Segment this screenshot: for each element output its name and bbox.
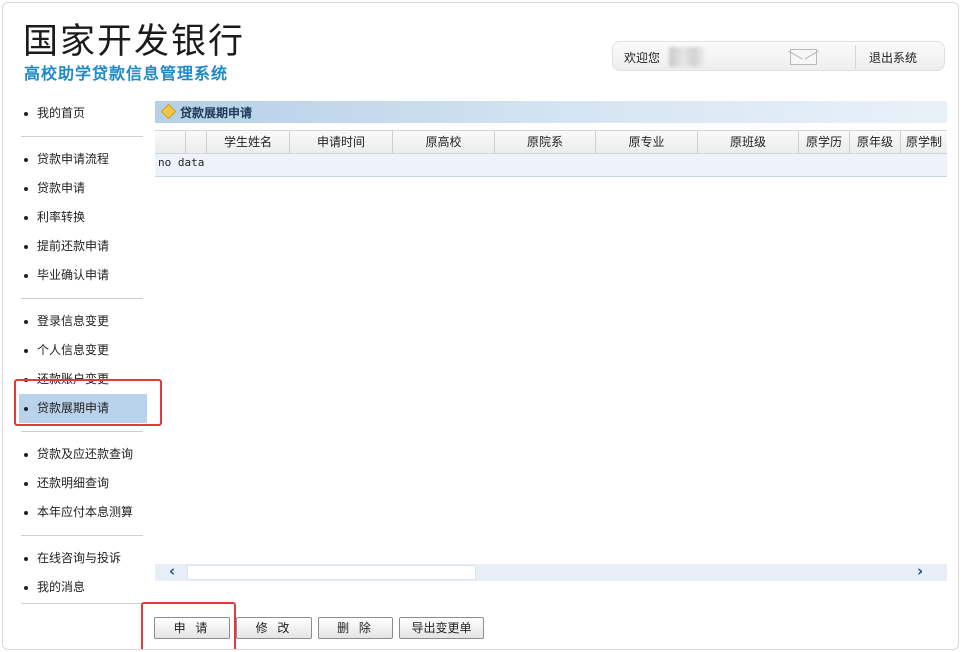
diamond-icon [160, 103, 177, 120]
grid-col-student-name[interactable]: 学生姓名 [207, 131, 290, 153]
delete-button[interactable]: 删 除 [318, 617, 393, 639]
grid-body: no data [155, 154, 947, 176]
userbar-divider [855, 45, 856, 69]
data-grid: 学生姓名 申请时间 原高校 原院系 原专业 原班级 原学历 原年级 原学制 no… [155, 130, 947, 177]
blurred-username [669, 47, 705, 67]
grid-col-check[interactable] [155, 131, 186, 153]
grid-col-orig-duration[interactable]: 原学制 [901, 131, 947, 153]
user-bar: 欢迎您 退出系统 [612, 41, 945, 71]
sidebar-item-home[interactable]: 我的首页 [19, 99, 147, 128]
modify-button[interactable]: 修 改 [236, 617, 312, 639]
grid-header: 学生姓名 申请时间 原高校 原院系 原专业 原班级 原学历 原年级 原学制 [155, 130, 947, 154]
system-subtitle: 高校助学贷款信息管理系统 [24, 64, 229, 83]
grid-empty-text: no data [158, 156, 205, 169]
bank-logo-title: 国家开发银行 [23, 22, 246, 62]
sidebar-item-messages[interactable]: 我的消息 [19, 573, 147, 602]
sidebar-item-loan-process[interactable]: 贷款申请流程 [19, 145, 147, 174]
sidebar-nav: 我的首页 贷款申请流程 贷款申请 利率转换 提前还款申请 毕业确认申请 登录信息… [19, 99, 147, 602]
nav-separator [21, 136, 143, 137]
sidebar-item-rate-convert[interactable]: 利率转换 [19, 203, 147, 232]
grid-col-orig-major[interactable]: 原专业 [596, 131, 698, 153]
app-window: 国家开发银行 高校助学贷款信息管理系统 欢迎您 退出系统 我的首页 贷款申请流程… [2, 2, 959, 650]
highlight-box-apply [141, 602, 236, 649]
grid-col-orig-school[interactable]: 原高校 [393, 131, 495, 153]
nav-group-support: 在线咨询与投诉 我的消息 [19, 544, 147, 602]
grid-col-orig-degree[interactable]: 原学历 [799, 131, 850, 153]
sidebar-item-login-change[interactable]: 登录信息变更 [19, 307, 147, 336]
scroll-right-icon[interactable]: › [917, 563, 923, 580]
mail-icon[interactable] [790, 49, 817, 65]
nav-group-home: 我的首页 [19, 99, 147, 128]
nav-separator [21, 298, 143, 299]
horizontal-scrollbar[interactable]: ‹ › [155, 563, 947, 581]
panel-title: 贷款展期申请 [180, 106, 253, 120]
nav-separator [21, 431, 143, 432]
nav-group-query: 贷款及应还款查询 还款明细查询 本年应付本息测算 [19, 440, 147, 527]
grid-col-index[interactable] [186, 131, 207, 153]
export-change-form-button[interactable]: 导出变更单 [399, 617, 484, 639]
scrollbar-thumb[interactable] [187, 565, 476, 580]
sidebar-item-graduation-confirm[interactable]: 毕业确认申请 [19, 261, 147, 290]
bottom-separator [21, 603, 143, 604]
highlight-box-nav [14, 379, 162, 426]
sidebar-item-personal-change[interactable]: 个人信息变更 [19, 336, 147, 365]
sidebar-item-repayment-detail[interactable]: 还款明细查询 [19, 469, 147, 498]
scroll-left-icon[interactable]: ‹ [169, 563, 175, 580]
grid-col-orig-grade[interactable]: 原年级 [850, 131, 901, 153]
panel-header: 贷款展期申请 [155, 101, 947, 123]
grid-col-apply-time[interactable]: 申请时间 [290, 131, 393, 153]
nav-separator [21, 535, 143, 536]
sidebar-item-loan-apply[interactable]: 贷款申请 [19, 174, 147, 203]
grid-col-orig-class[interactable]: 原班级 [698, 131, 799, 153]
sidebar-item-interest-estimate[interactable]: 本年应付本息测算 [19, 498, 147, 527]
sidebar-item-consult[interactable]: 在线咨询与投诉 [19, 544, 147, 573]
sidebar-item-prepayment[interactable]: 提前还款申请 [19, 232, 147, 261]
sidebar-item-loan-query[interactable]: 贷款及应还款查询 [19, 440, 147, 469]
grid-col-orig-dept[interactable]: 原院系 [495, 131, 596, 153]
nav-group-loan: 贷款申请流程 贷款申请 利率转换 提前还款申请 毕业确认申请 [19, 145, 147, 290]
logout-link[interactable]: 退出系统 [869, 49, 917, 66]
welcome-text: 欢迎您 [624, 51, 661, 65]
